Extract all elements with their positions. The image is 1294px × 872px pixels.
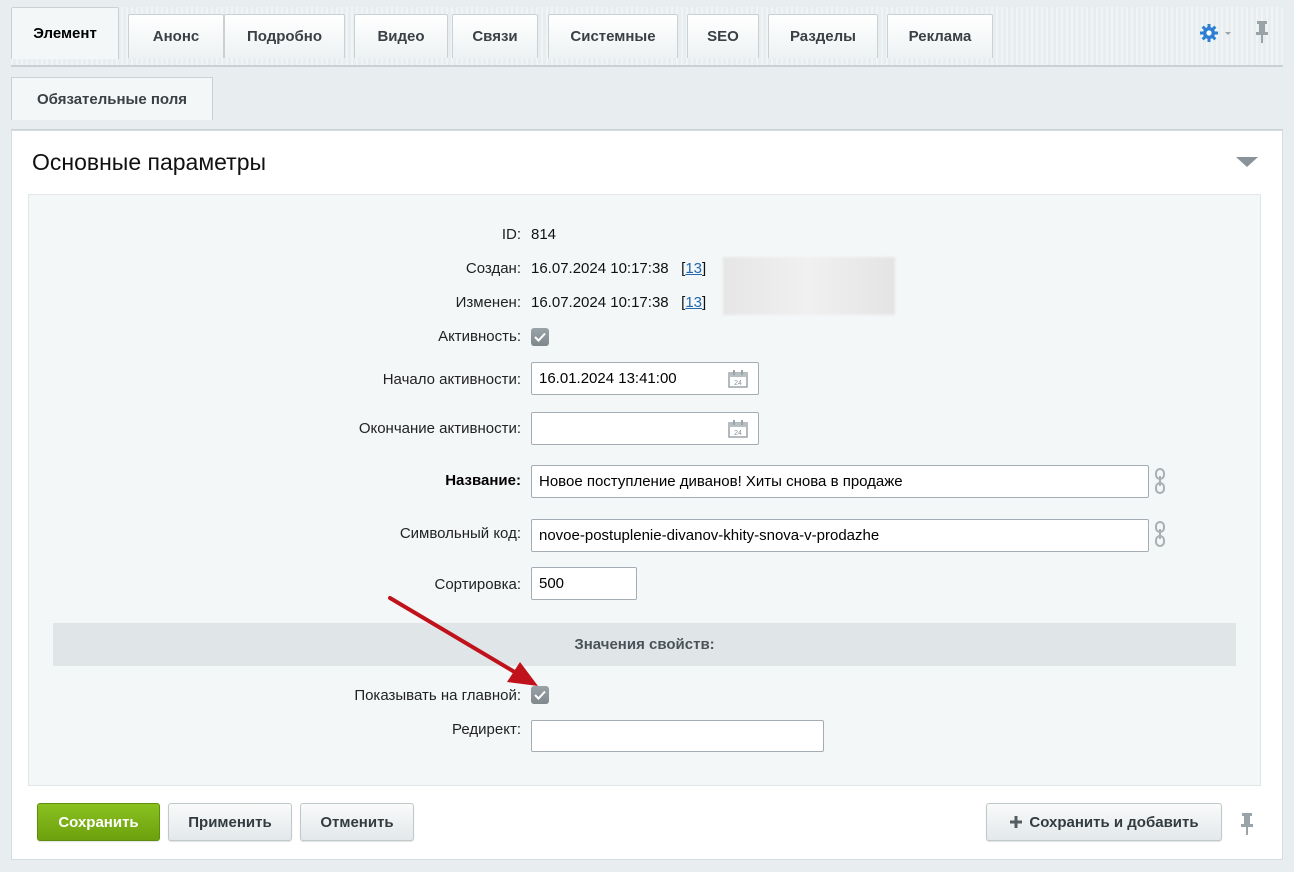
created-label: Создан:: [465, 260, 521, 277]
sort-value: 500: [539, 575, 565, 592]
chain-link-icon[interactable]: [1153, 468, 1167, 494]
active-from-input[interactable]: 16.01.2024 13:41:00 24: [531, 362, 759, 395]
main-tab-bar: Элемент Анонс Подробно Видео Связи Систе…: [11, 7, 1283, 67]
code-label: Символьный код:: [399, 525, 521, 542]
svg-text:24: 24: [734, 380, 742, 387]
cancel-button[interactable]: Отменить: [300, 803, 414, 841]
modified-date: 16.07.2024 10:17:38: [531, 294, 669, 311]
triangle-down-icon[interactable]: [1236, 157, 1258, 167]
tab-links[interactable]: Связи: [452, 14, 538, 58]
properties-header: Значения свойств:: [53, 623, 1236, 666]
chevron-down-icon: [1225, 32, 1231, 35]
save-button[interactable]: Сохранить: [37, 803, 160, 841]
checkmark-icon: [534, 690, 546, 700]
sub-tab-bar: Обязательные поля: [11, 77, 1283, 131]
tab-sections[interactable]: Разделы: [768, 14, 878, 58]
tab-system[interactable]: Системные: [548, 14, 678, 58]
sort-input[interactable]: 500: [531, 567, 637, 600]
tab-announce[interactable]: Анонс: [128, 14, 224, 58]
gear-icon: [1200, 24, 1218, 42]
show-main-label: Показывать на главной:: [354, 687, 521, 704]
modified-label: Изменен:: [455, 294, 521, 311]
name-input[interactable]: Новое поступление диванов! Хиты снова в …: [531, 465, 1149, 498]
created-user-link[interactable]: 13: [685, 260, 702, 277]
tab-video[interactable]: Видео: [354, 14, 448, 58]
redirect-input[interactable]: [531, 720, 824, 752]
chain-link-icon[interactable]: [1153, 521, 1167, 547]
code-value: novoe-postuplenie-divanov-khity-snova-v-…: [539, 527, 880, 544]
save-and-add-label: Сохранить и добавить: [1029, 813, 1199, 831]
code-input[interactable]: novoe-postuplenie-divanov-khity-snova-v-…: [531, 519, 1149, 552]
save-and-add-button[interactable]: Сохранить и добавить: [986, 803, 1222, 841]
modified-user-link[interactable]: 13: [685, 294, 702, 311]
tab-required-fields[interactable]: Обязательные поля: [11, 77, 213, 120]
show-main-checkbox[interactable]: [531, 686, 549, 704]
id-label: ID:: [501, 226, 521, 243]
active-to-label: Окончание активности:: [358, 420, 521, 437]
redacted-user-names: [723, 257, 895, 315]
tab-element[interactable]: Элемент: [11, 7, 119, 59]
tab-seo[interactable]: SEO: [687, 14, 759, 58]
labels-column: ID: Создан: Изменен: Активность: Начало …: [29, 195, 521, 795]
checkmark-icon: [534, 332, 546, 342]
svg-text:24: 24: [734, 430, 742, 437]
settings-menu-button[interactable]: [1199, 21, 1235, 45]
apply-button[interactable]: Применить: [168, 803, 292, 841]
section-title: Основные параметры: [32, 149, 267, 175]
pin-icon[interactable]: [1254, 20, 1270, 44]
active-to-input[interactable]: 24: [531, 412, 759, 445]
active-label: Активность:: [438, 328, 521, 345]
main-panel: Основные параметры ID: Создан: Изменен: …: [11, 130, 1283, 860]
active-from-label: Начало активности:: [382, 371, 521, 388]
plus-icon: [1010, 816, 1023, 828]
calendar-icon[interactable]: 24: [728, 420, 748, 438]
calendar-icon[interactable]: 24: [728, 370, 748, 388]
pin-icon[interactable]: [1239, 812, 1255, 836]
form-area: ID: Создан: Изменен: Активность: Начало …: [28, 194, 1261, 786]
tab-details[interactable]: Подробно: [224, 14, 345, 58]
name-value: Новое поступление диванов! Хиты снова в …: [539, 473, 903, 490]
id-value: 814: [531, 226, 557, 243]
active-checkbox[interactable]: [531, 328, 549, 346]
sort-label: Сортировка:: [434, 576, 522, 593]
created-value: 16.07.2024 10:17:38 [13]: [531, 260, 707, 277]
tab-ads[interactable]: Реклама: [887, 14, 993, 58]
redirect-label: Редирект:: [452, 721, 521, 738]
created-date: 16.07.2024 10:17:38: [531, 260, 669, 277]
modified-value: 16.07.2024 10:17:38 [13]: [531, 294, 707, 311]
name-label: Название:: [445, 472, 521, 489]
active-from-value: 16.01.2024 13:41:00: [539, 370, 677, 387]
